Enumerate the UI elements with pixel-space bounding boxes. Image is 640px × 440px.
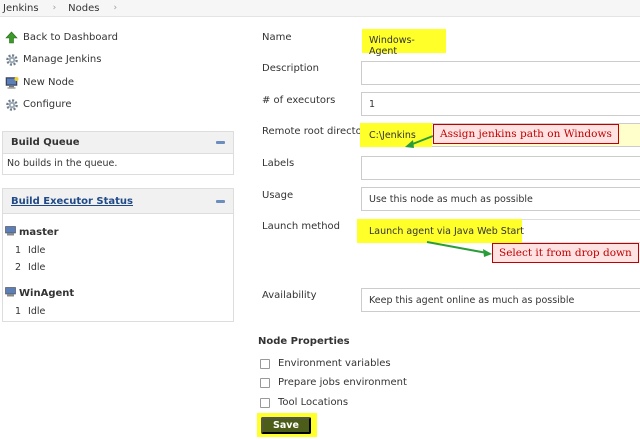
prepare-jobs-checkbox[interactable]	[260, 377, 270, 388]
tool-locations-row[interactable]: Tool Locations	[260, 397, 348, 408]
arrow-icon	[426, 241, 492, 257]
env-vars-label: Environment variables	[278, 358, 391, 369]
env-vars-checkbox[interactable]	[260, 358, 270, 369]
tool-locations-checkbox[interactable]	[260, 397, 270, 408]
env-vars-row[interactable]: Environment variables	[260, 358, 391, 369]
save-highlight: Save	[257, 413, 317, 437]
tool-locations-label: Tool Locations	[278, 397, 349, 408]
prepare-jobs-row[interactable]: Prepare jobs environment	[260, 377, 407, 388]
save-button[interactable]: Save	[261, 417, 311, 434]
arrow-icon	[405, 135, 434, 148]
annotation-arrows	[405, 135, 492, 257]
node-properties-title: Node Properties	[258, 336, 350, 347]
prepare-jobs-label: Prepare jobs environment	[278, 377, 407, 388]
